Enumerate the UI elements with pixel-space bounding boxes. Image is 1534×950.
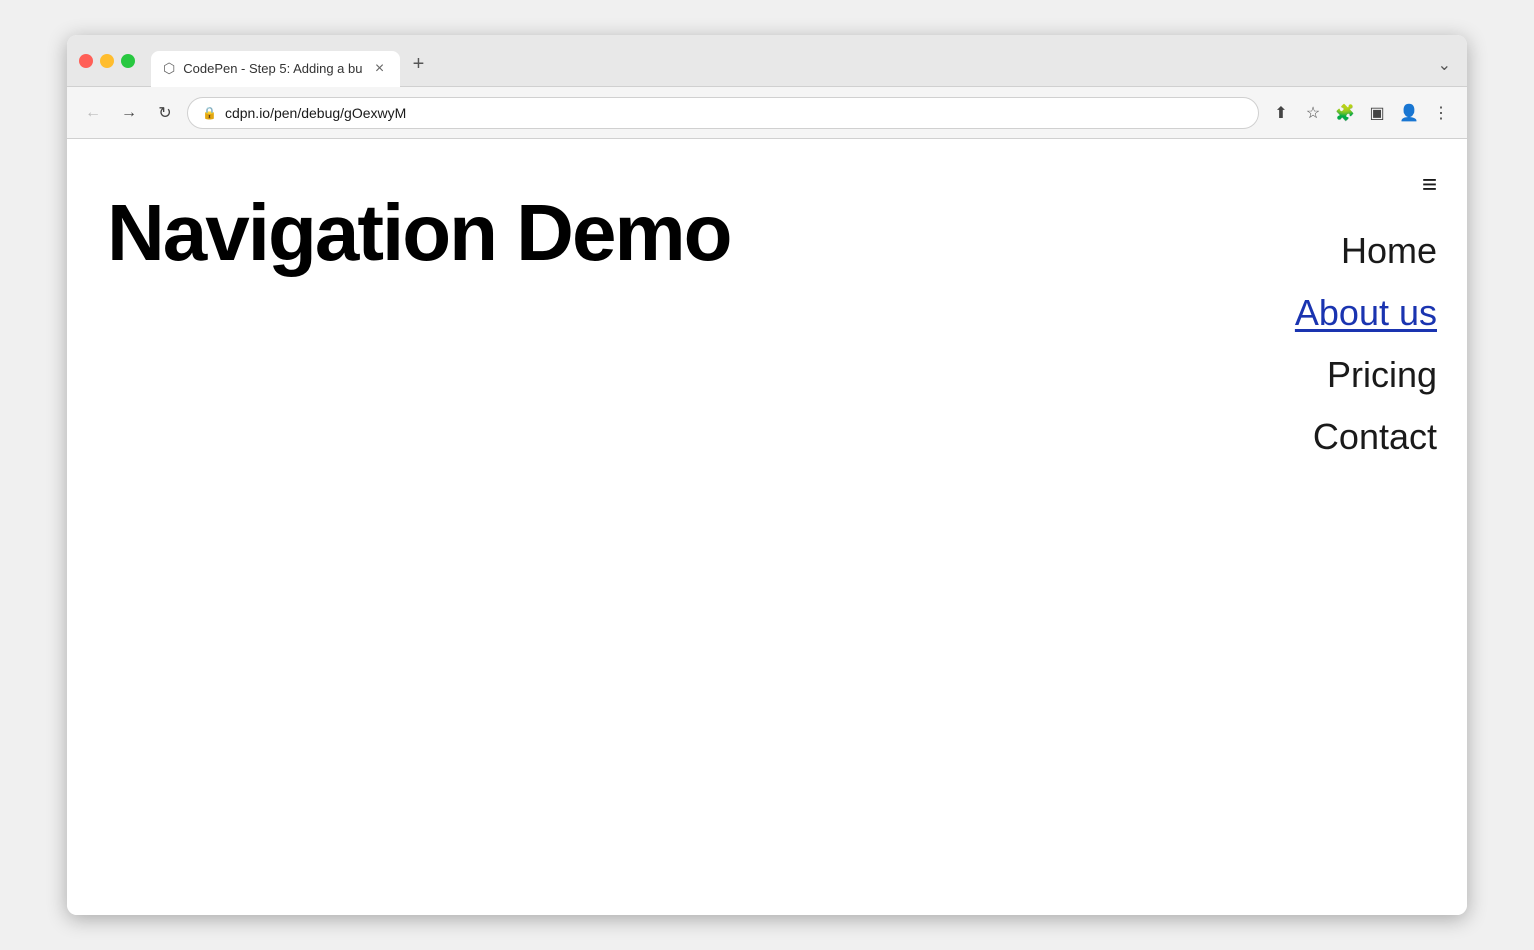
tab-favicon-icon: ⬡: [163, 60, 175, 77]
traffic-lights: [79, 54, 135, 68]
address-bar: ← → ↻ 🔒 cdpn.io/pen/debug/gOexwyM ⬆ ☆ 🧩 …: [67, 87, 1467, 139]
nav-links: Home About us Pricing Contact: [1277, 220, 1437, 468]
tab-title: CodePen - Step 5: Adding a bu: [183, 61, 362, 76]
sidebar-icon[interactable]: ▣: [1363, 99, 1391, 127]
new-tab-button[interactable]: +: [404, 51, 432, 79]
nav-item-about[interactable]: About us: [1295, 282, 1437, 344]
tab-close-icon[interactable]: ×: [370, 60, 388, 78]
maximize-button[interactable]: [121, 54, 135, 68]
url-text: cdpn.io/pen/debug/gOexwyM: [225, 105, 406, 121]
title-bar: ⬡ CodePen - Step 5: Adding a bu × + ⌄: [67, 35, 1467, 87]
nav-item-pricing[interactable]: Pricing: [1327, 344, 1437, 406]
close-button[interactable]: [79, 54, 93, 68]
nav-panel: ≡ Home About us Pricing Contact: [1247, 139, 1467, 915]
minimize-button[interactable]: [100, 54, 114, 68]
menu-icon[interactable]: ⋮: [1427, 99, 1455, 127]
profile-icon[interactable]: 👤: [1395, 99, 1423, 127]
page-title: Navigation Demo: [107, 189, 1207, 277]
nav-item-home[interactable]: Home: [1341, 220, 1437, 282]
hamburger-icon[interactable]: ≡: [1422, 169, 1437, 200]
tab-bar: ⬡ CodePen - Step 5: Adding a bu × + ⌄: [151, 43, 1455, 79]
toolbar-icons: ⬆ ☆ 🧩 ▣ 👤 ⋮: [1267, 99, 1455, 127]
bookmark-icon[interactable]: ☆: [1299, 99, 1327, 127]
reload-button[interactable]: ↻: [151, 99, 179, 127]
url-bar[interactable]: 🔒 cdpn.io/pen/debug/gOexwyM: [187, 97, 1259, 129]
tab-dropdown-icon[interactable]: ⌄: [1434, 51, 1455, 79]
share-icon[interactable]: ⬆: [1267, 99, 1295, 127]
lock-icon: 🔒: [202, 106, 217, 120]
back-button[interactable]: ←: [79, 99, 107, 127]
extensions-icon[interactable]: 🧩: [1331, 99, 1359, 127]
nav-item-contact[interactable]: Contact: [1313, 406, 1437, 468]
page-main: Navigation Demo: [67, 139, 1247, 915]
browser-window: ⬡ CodePen - Step 5: Adding a bu × + ⌄ ← …: [67, 35, 1467, 915]
page-content: Navigation Demo ≡ Home About us Pricing …: [67, 139, 1467, 915]
forward-button[interactable]: →: [115, 99, 143, 127]
active-tab[interactable]: ⬡ CodePen - Step 5: Adding a bu ×: [151, 51, 400, 87]
